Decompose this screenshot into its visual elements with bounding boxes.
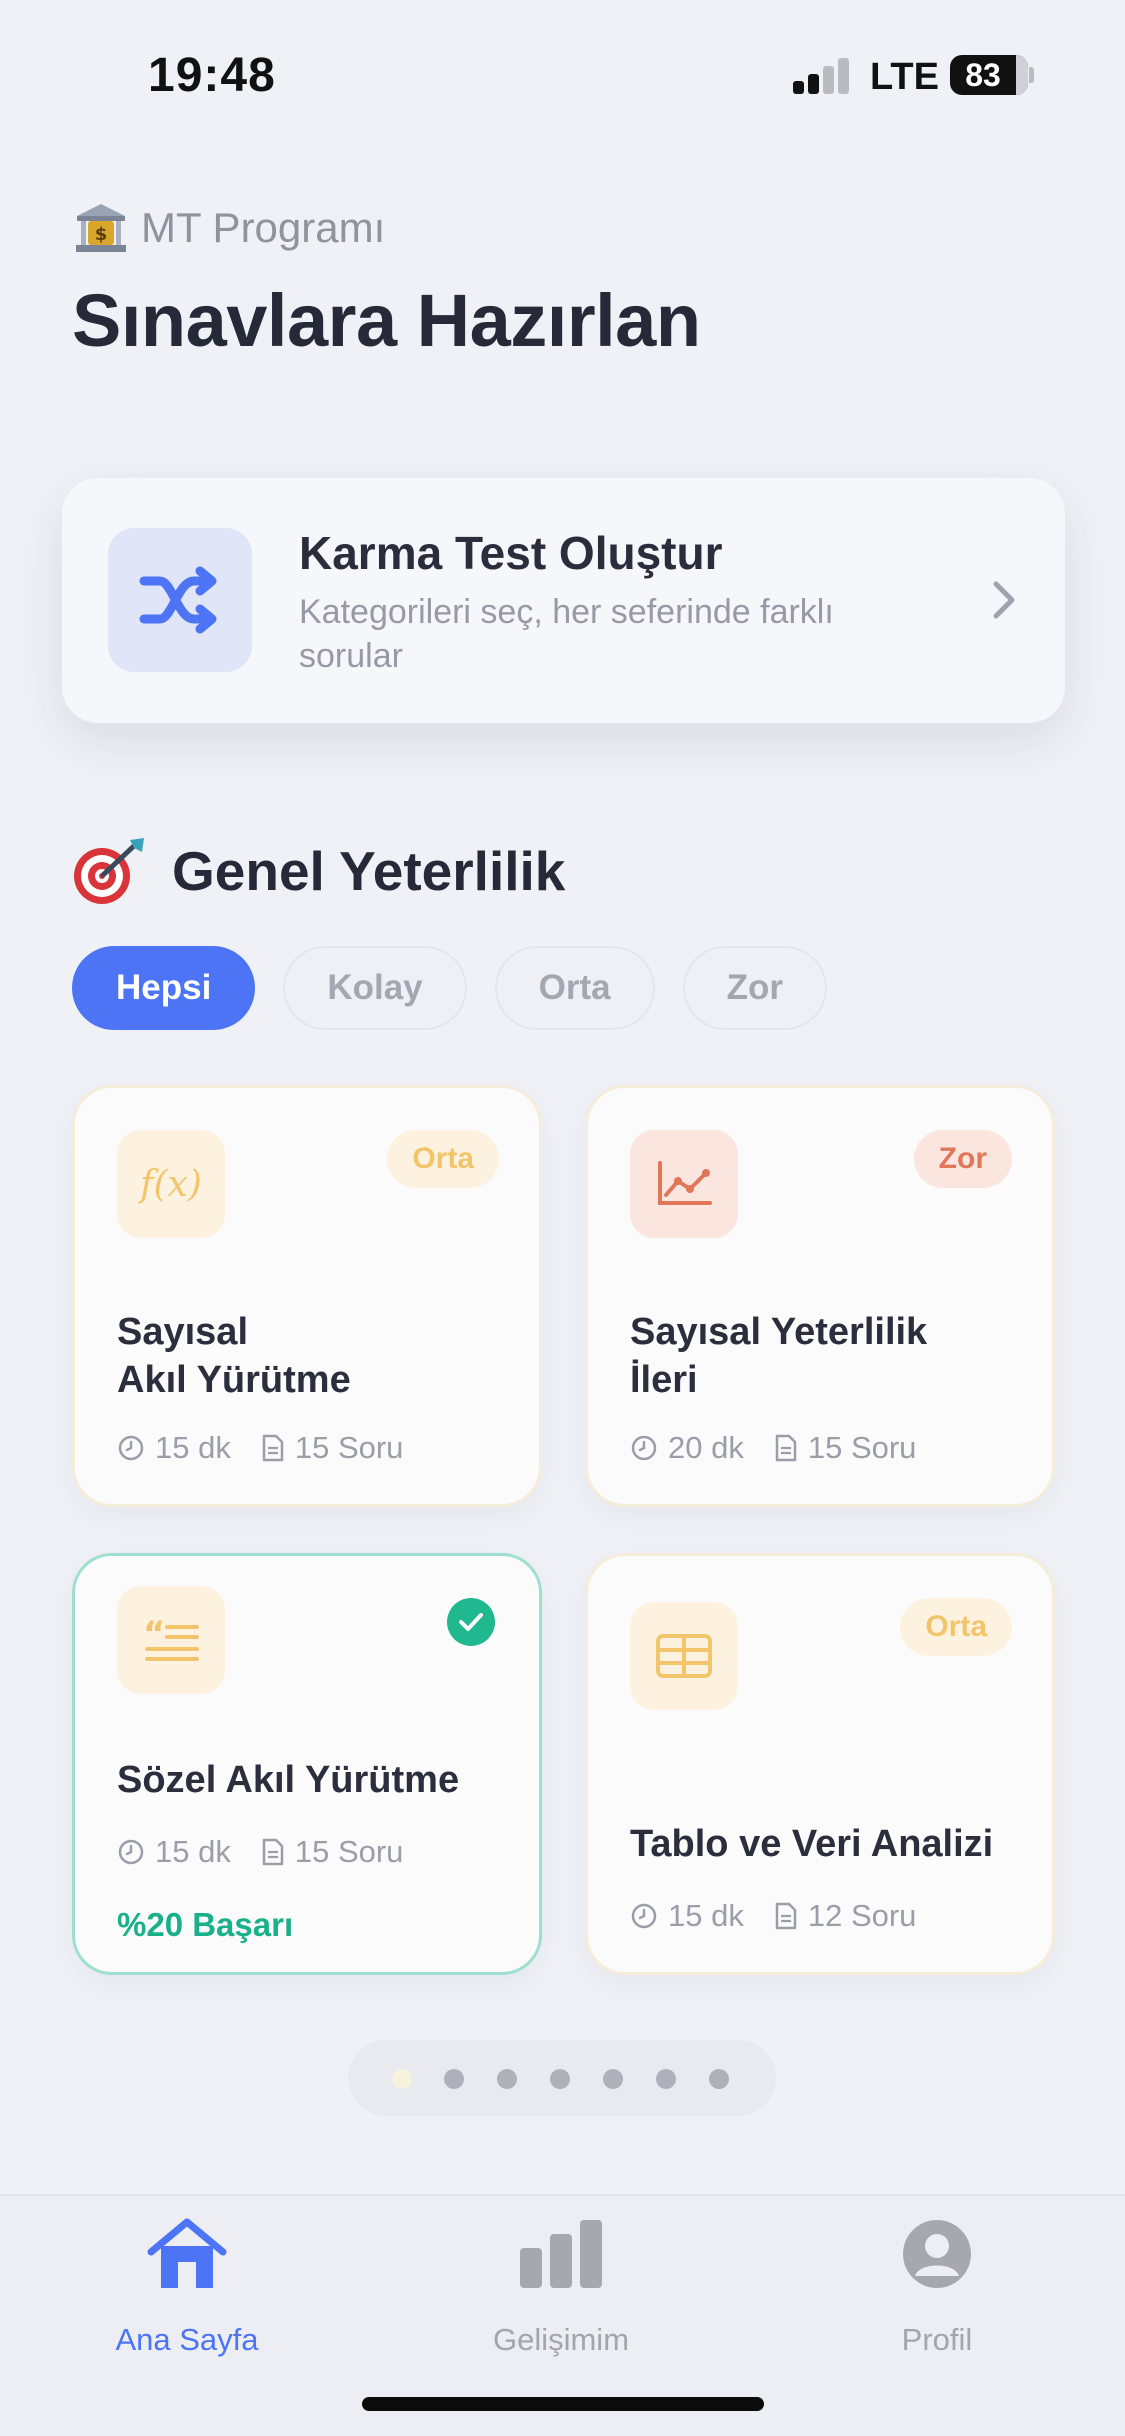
document-icon <box>775 1434 797 1462</box>
document-icon <box>262 1838 284 1866</box>
test-question-count: 15 Soru <box>294 1834 404 1869</box>
test-meta: 15 dk 15 Soru <box>117 1430 403 1466</box>
function-icon: f(x) <box>137 1164 202 1205</box>
bar-chart-icon <box>520 2220 602 2288</box>
table-icon <box>656 1634 712 1678</box>
section-title: Genel Yeterlilik <box>172 840 566 902</box>
test-icon-box: “ <box>117 1586 225 1694</box>
test-duration: 15 dk <box>668 1898 744 1933</box>
clock-icon <box>118 1435 144 1461</box>
battery-level: 83 <box>965 57 1001 93</box>
test-name-line2: İleri <box>630 1359 698 1401</box>
test-name: Sayısal Akıl Yürütme <box>117 1308 517 1404</box>
test-question-count: 15 Soru <box>294 1430 404 1465</box>
difficulty-filters: Hepsi Kolay Orta Zor <box>72 946 827 1030</box>
clock-icon <box>631 1903 657 1929</box>
page-dot[interactable] <box>603 2069 623 2089</box>
difficulty-badge: Zor <box>913 1130 1012 1188</box>
test-name: Tablo ve Veri Analizi <box>630 1823 994 1865</box>
test-name: Sayısal Yeterlilik İleri <box>630 1308 1030 1404</box>
test-name-line1: Sayısal <box>117 1311 248 1353</box>
test-card-table-data-analysis[interactable]: Orta Tablo ve Veri Analizi 15 dk 12 Soru <box>585 1553 1055 1975</box>
test-icon-box <box>630 1602 738 1710</box>
test-name-line2: Akıl Yürütme <box>117 1359 351 1401</box>
document-icon <box>775 1902 797 1930</box>
mix-icon-box <box>108 528 252 672</box>
mixed-test-card[interactable]: Karma Test Oluştur Kategorileri seç, her… <box>62 478 1065 723</box>
target-icon <box>74 838 144 904</box>
difficulty-badge: Orta <box>387 1130 499 1188</box>
test-meta: 20 dk 15 Soru <box>630 1430 916 1466</box>
test-card-numerical-advanced[interactable]: Zor Sayısal Yeterlilik İleri 20 dk 15 So… <box>585 1085 1055 1507</box>
test-name-line1: Sayısal Yeterlilik <box>630 1311 928 1353</box>
document-icon <box>262 1434 284 1462</box>
page-dot[interactable] <box>497 2069 517 2089</box>
tab-label: Gelişimim <box>492 2322 630 2357</box>
clock-icon <box>118 1839 144 1865</box>
test-duration: 15 dk <box>155 1430 231 1465</box>
completed-check-icon <box>447 1598 495 1646</box>
page-dot[interactable] <box>444 2069 464 2089</box>
clock-icon <box>631 1435 657 1461</box>
svg-text:f(x): f(x) <box>137 1164 202 1205</box>
test-question-count: 15 Soru <box>807 1430 917 1465</box>
section-header: Genel Yeterlilik <box>72 836 565 906</box>
home-indicator[interactable] <box>362 2397 764 2411</box>
test-duration: 20 dk <box>668 1430 744 1465</box>
test-icon-box <box>630 1130 738 1238</box>
tab-label: Ana Sayfa <box>115 2322 259 2357</box>
status-bar: 19:48 LTE 83 <box>0 0 1125 150</box>
status-time: 19:48 <box>148 49 276 102</box>
test-card-verbal-reasoning[interactable]: “ Sözel Akıl Yürütme 15 dk 15 Soru %20 B… <box>72 1553 542 1975</box>
filter-chip-easy[interactable]: Kolay <box>283 946 467 1030</box>
svg-text:$: $ <box>95 224 108 245</box>
test-meta: 15 dk 12 Soru <box>630 1898 916 1934</box>
mixed-test-subtitle: Kategorileri seç, her seferinde farklı s… <box>299 593 834 675</box>
battery-tip <box>1029 67 1034 83</box>
difficulty-badge: Orta <box>900 1598 1012 1656</box>
test-duration: 15 dk <box>155 1834 231 1869</box>
test-card-numerical-reasoning[interactable]: f(x) Orta Sayısal Akıl Yürütme 15 dk 15 … <box>72 1085 542 1507</box>
quote-text-icon: “ <box>143 1615 199 1661</box>
program-name: MT Programı <box>141 204 386 251</box>
tab-label: Profil <box>901 2322 973 2357</box>
filter-chip-all[interactable]: Hepsi <box>72 946 256 1030</box>
page-dot-active[interactable] <box>392 2069 412 2089</box>
battery-icon: 83 <box>950 55 1028 95</box>
test-meta: 15 dk 15 Soru <box>117 1834 403 1870</box>
page-indicator[interactable] <box>348 2040 776 2116</box>
filter-chip-medium[interactable]: Orta <box>494 946 655 1030</box>
chevron-right-icon <box>993 581 1015 619</box>
test-name: Sözel Akıl Yürütme <box>117 1759 460 1801</box>
line-chart-icon <box>658 1161 712 1205</box>
filter-chip-hard[interactable]: Zor <box>682 946 827 1030</box>
page-dot[interactable] <box>656 2069 676 2089</box>
program-label: $ MT Programı <box>73 200 385 256</box>
network-type: LTE <box>870 56 939 98</box>
page-dot[interactable] <box>709 2069 729 2089</box>
test-question-count: 12 Soru <box>807 1898 917 1933</box>
home-icon <box>147 2218 227 2288</box>
signal-icon <box>793 58 849 94</box>
page-title: Sınavlara Hazırlan <box>72 279 701 362</box>
profile-icon <box>903 2220 971 2288</box>
test-icon-box: f(x) <box>117 1130 225 1238</box>
success-rate: %20 Başarı <box>117 1906 294 1943</box>
shuffle-icon <box>139 566 217 634</box>
mixed-test-title: Karma Test Oluştur <box>299 527 723 579</box>
bank-icon: $ <box>76 204 126 252</box>
page-dot[interactable] <box>550 2069 570 2089</box>
